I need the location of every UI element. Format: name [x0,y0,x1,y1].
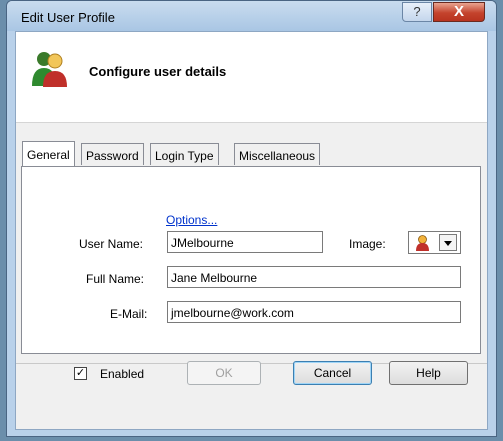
general-tab-panel: User Name: JMelbourne Image: Full Name: … [21,166,481,354]
tab-password[interactable]: Password [81,143,144,165]
email-label: E-Mail: [110,307,148,321]
title-help-button[interactable]: ? [402,2,432,22]
users-icon [32,52,67,87]
window-title: Edit User Profile [21,10,115,25]
user-name-value: JMelbourne [171,236,234,250]
tab-label: Login Type [155,149,214,163]
email-field[interactable]: jmelbourne@work.com [167,301,461,323]
tab-miscellaneous[interactable]: Miscellaneous [234,143,321,165]
dialog-window: Edit User Profile ? X Configure user det… [6,0,497,437]
tab-label: Miscellaneous [239,149,316,163]
help-button[interactable]: Help [389,361,468,385]
options-link[interactable]: Options... [166,213,217,227]
user-name-label: User Name: [79,237,144,251]
tab-label: Password [86,149,139,163]
check-icon: ✓ [75,367,86,379]
enabled-label: Enabled [100,367,145,381]
question-mark-icon: ? [413,4,421,19]
female-user-icon [414,234,431,251]
close-icon: X [453,3,464,20]
tab-login-type[interactable]: Login Type [150,143,219,165]
user-name-field[interactable]: JMelbourne [167,231,323,253]
full-name-field[interactable]: Jane Melbourne [167,266,461,288]
cancel-button[interactable]: Cancel [293,361,372,385]
title-bar[interactable]: Edit User Profile ? X [7,1,496,31]
email-value: jmelbourne@work.com [171,306,294,320]
dialog-header: Configure user details [16,32,487,123]
close-button[interactable]: X [433,2,485,22]
tab-general[interactable]: General [22,141,75,166]
chevron-down-icon[interactable] [439,234,457,251]
ok-button[interactable]: OK [187,361,261,385]
header-title: Configure user details [89,64,227,79]
image-select[interactable] [408,231,461,254]
enabled-checkbox[interactable]: ✓ [74,367,87,380]
full-name-label: Full Name: [86,272,145,286]
tab-label: General [27,148,70,162]
full-name-value: Jane Melbourne [171,271,258,285]
image-label: Image: [349,237,386,251]
